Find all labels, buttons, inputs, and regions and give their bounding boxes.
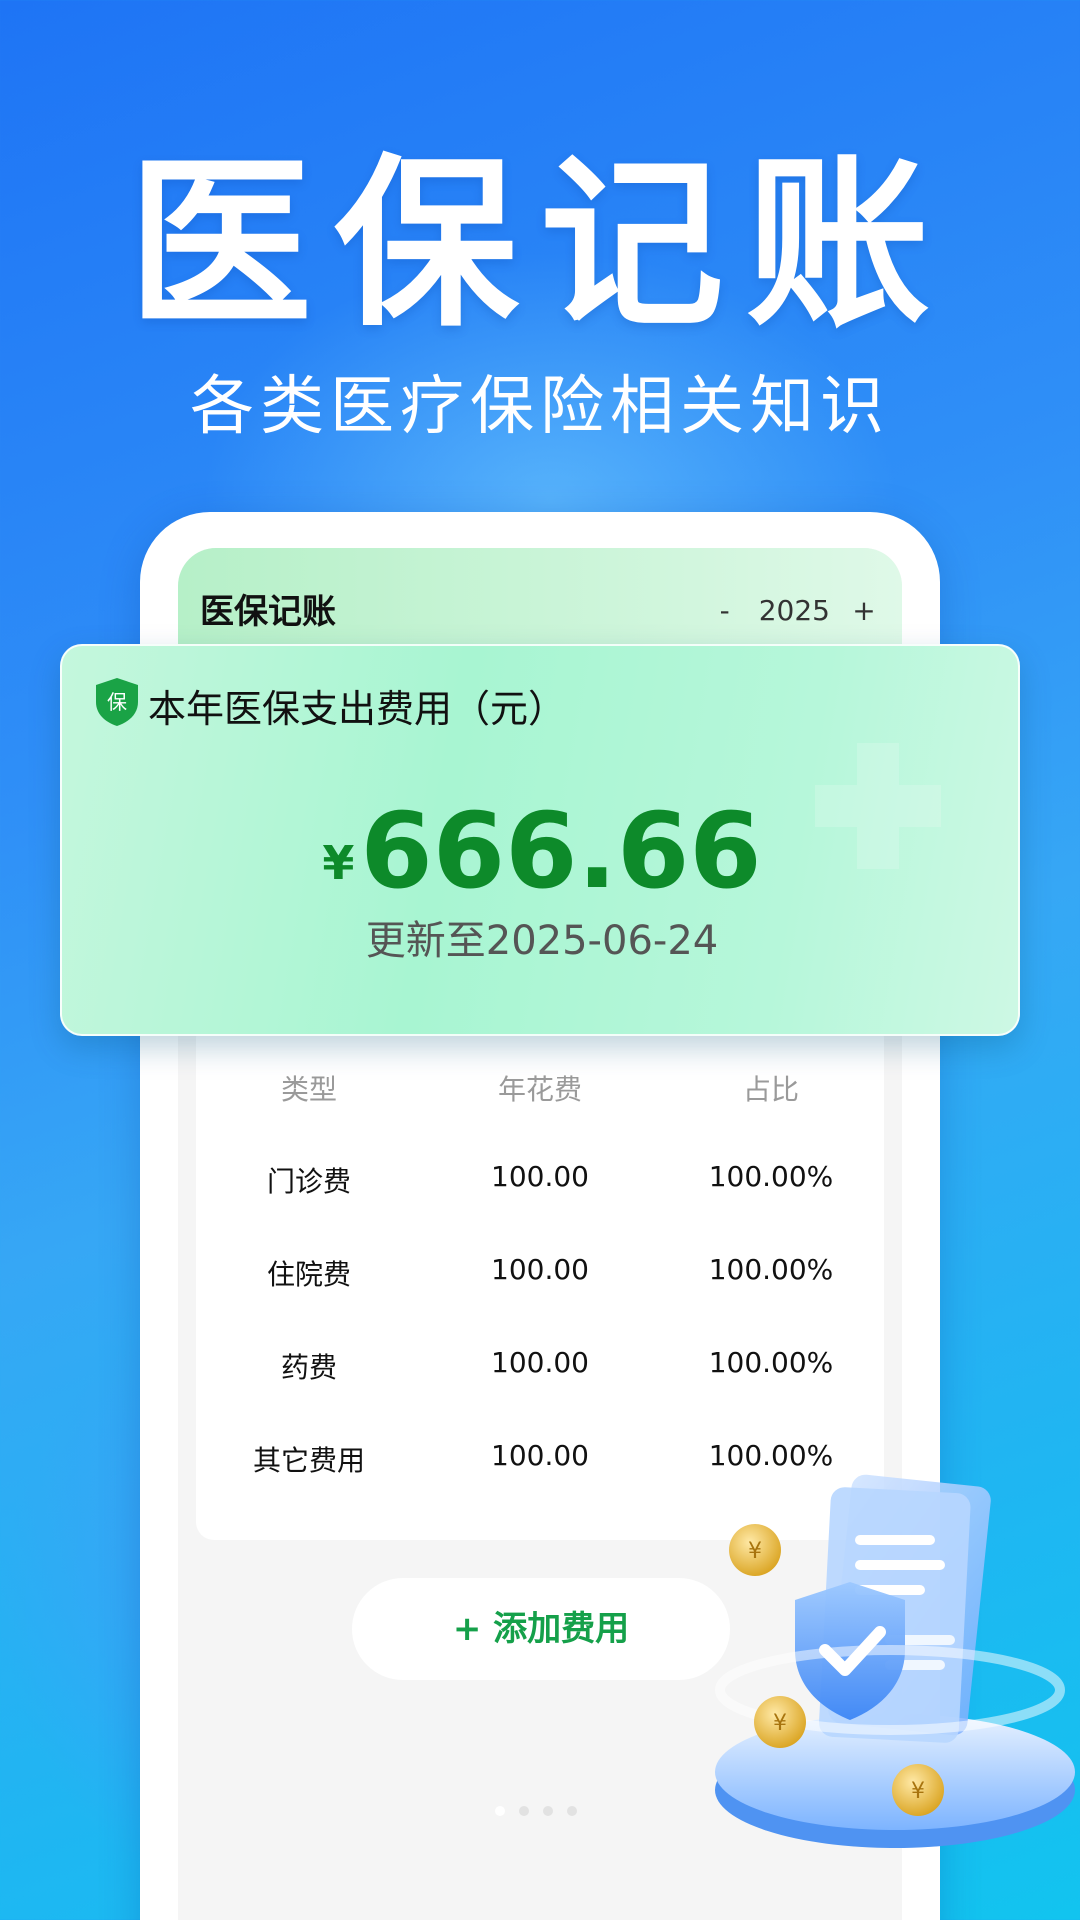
svg-text:¥: ¥ [911, 1779, 925, 1804]
row-type: 其它费用 [252, 1444, 365, 1477]
table-row[interactable]: 药费 100.00 100.00% [196, 1346, 884, 1386]
add-expense-button[interactable]: + 添加费用 [352, 1578, 730, 1680]
promo-subline: 各类医疗保险相关知识 [190, 370, 890, 444]
row-ratio: 100.00% [708, 1160, 834, 1193]
summary-amount: ¥666.66 [62, 790, 1022, 912]
page-dot [543, 1806, 553, 1816]
year-decrement-button[interactable]: - [705, 594, 745, 627]
row-cost: 100.00 [491, 1346, 589, 1379]
row-type: 住院费 [266, 1258, 351, 1291]
svg-text:¥: ¥ [773, 1711, 787, 1736]
svg-text:¥: ¥ [748, 1539, 762, 1564]
year-increment-button[interactable]: + [844, 594, 884, 627]
year-selector: - 2025 + [705, 594, 884, 627]
shield-document-coins-illustration: ¥ ¥ ¥ [715, 1474, 1075, 1848]
header-annual-cost: 年花费 [497, 1073, 582, 1106]
page-dot [519, 1806, 529, 1816]
summary-label: 本年医保支出费用（元） [148, 687, 567, 731]
page-indicator [495, 1806, 577, 1816]
row-cost: 100.00 [491, 1439, 589, 1472]
annual-summary-card[interactable]: 保 本年医保支出费用（元） ¥666.66 更新至2025-06-24 [60, 644, 1020, 1036]
svg-text:保: 保 [107, 690, 127, 714]
row-cost: 100.00 [491, 1253, 589, 1286]
app-title: 医保记账 [200, 592, 336, 632]
page-dot [567, 1806, 577, 1816]
header-type: 类型 [280, 1073, 337, 1106]
updated-date: 更新至2025-06-24 [365, 918, 719, 964]
amount-value: 666.66 [360, 790, 762, 912]
currency-symbol: ¥ [322, 836, 355, 890]
row-ratio: 100.00% [708, 1346, 834, 1379]
table-header: 类型 年花费 占比 [196, 1068, 884, 1108]
shield-badge-icon: 保 [96, 678, 138, 726]
row-cost: 100.00 [491, 1160, 589, 1193]
table-row[interactable]: 住院费 100.00 100.00% [196, 1253, 884, 1293]
page-dot [495, 1806, 505, 1816]
table-row[interactable]: 门诊费 100.00 100.00% [196, 1160, 884, 1200]
row-type: 药费 [280, 1351, 337, 1384]
row-ratio: 100.00% [708, 1253, 834, 1286]
promo-headline: 医保记账 [127, 138, 952, 352]
header-ratio: 占比 [742, 1073, 799, 1106]
year-value: 2025 [758, 594, 830, 627]
row-type: 门诊费 [266, 1165, 351, 1198]
